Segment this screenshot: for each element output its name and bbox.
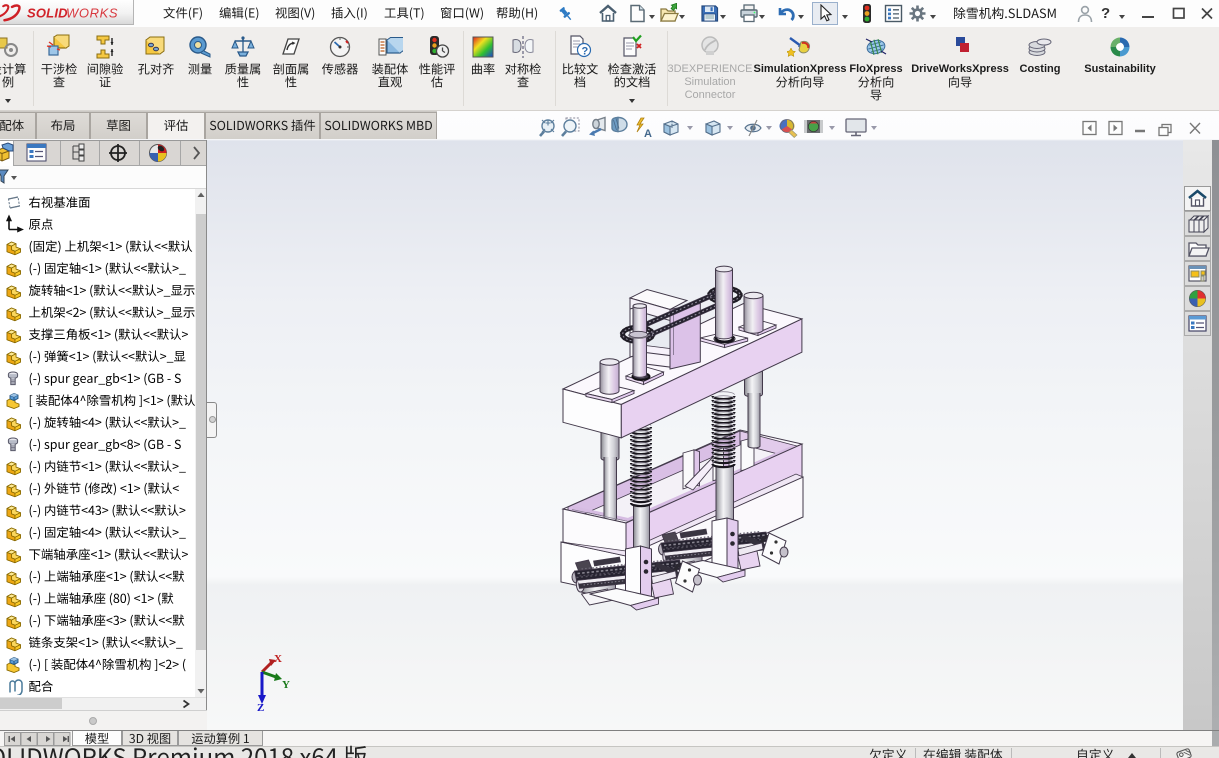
svg-text:WORKS: WORKS — [66, 6, 118, 21]
svg-text:Z: Z — [257, 702, 264, 712]
svg-text:SOLID: SOLID — [27, 6, 68, 21]
svg-text:?: ? — [582, 46, 589, 58]
svg-text:X: X — [274, 653, 282, 665]
svg-text:Y: Y — [282, 679, 290, 691]
